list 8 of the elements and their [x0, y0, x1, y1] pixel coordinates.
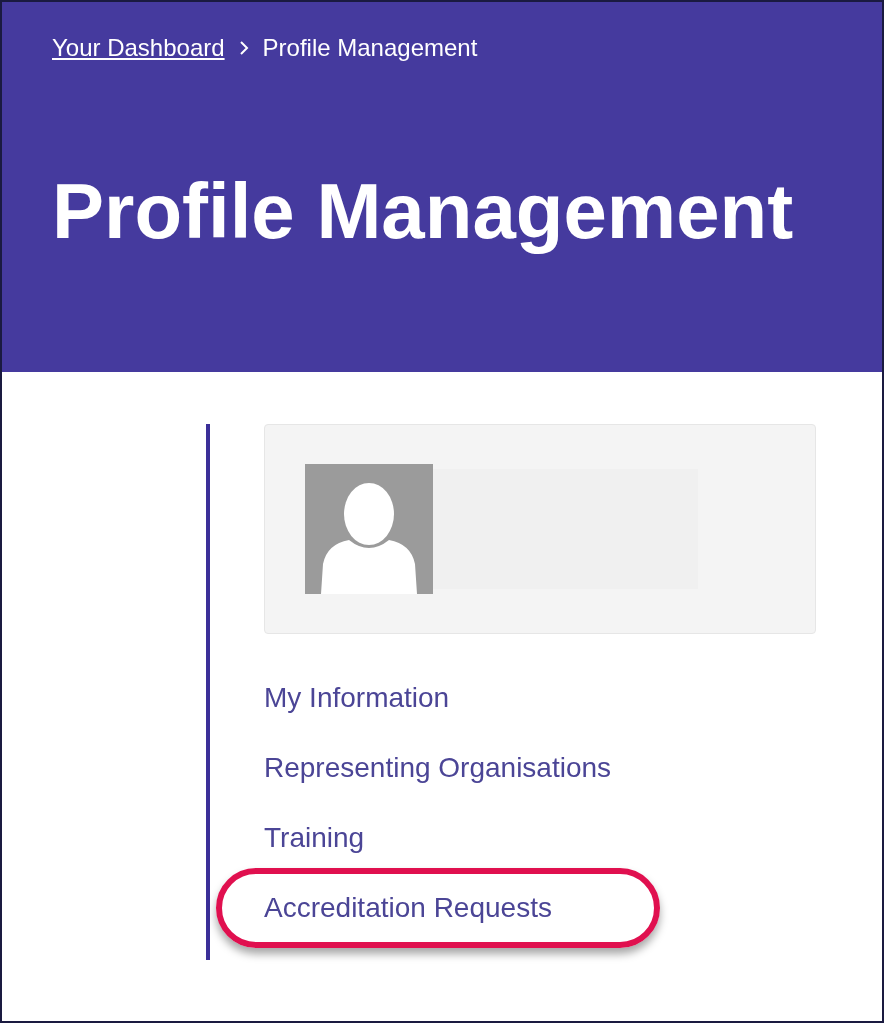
nav-link[interactable]: Training [264, 822, 365, 853]
nav-link[interactable]: Accreditation Requests [264, 892, 552, 923]
nav-link[interactable]: Representing Organisations [264, 752, 612, 783]
avatar-icon [305, 464, 433, 594]
chevron-icon [238, 40, 249, 56]
nav-link[interactable]: My Information [264, 682, 450, 713]
breadcrumb-link[interactable]: Your Dashboard [52, 30, 225, 66]
breadcrumb-current: Profile Management [262, 33, 478, 63]
